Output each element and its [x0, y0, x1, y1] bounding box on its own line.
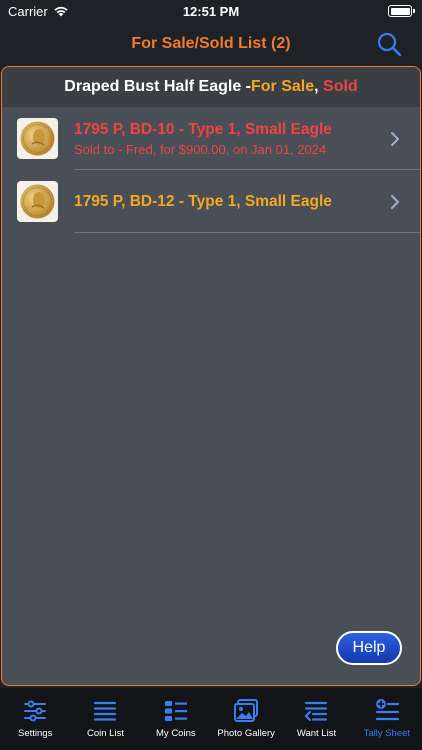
tab-tally-sheet[interactable]: Tally Sheet: [352, 688, 422, 750]
list-item[interactable]: 1795 P, BD-10 - Type 1, Small Eagle Sold…: [2, 107, 420, 170]
coin-subtitle: Sold to - Fred, for $900.00, on Jan 01, …: [74, 141, 327, 157]
nav-bar: For Sale/Sold List (2): [0, 22, 422, 66]
status-bar: Carrier 12:51 PM: [0, 0, 422, 22]
tab-label: Coin List: [87, 728, 124, 739]
tab-bar: Settings Coin List My Coins Photo Galler…: [0, 688, 422, 750]
list-panel: Draped Bust Half Eagle - For Sale , Sold…: [1, 66, 421, 686]
search-icon[interactable]: [376, 31, 402, 57]
list-item[interactable]: 1795 P, BD-12 - Type 1, Small Eagle: [2, 170, 420, 233]
photos-icon: [234, 699, 259, 722]
tab-coin-list[interactable]: Coin List: [70, 688, 140, 750]
tab-label: Tally Sheet: [363, 728, 411, 739]
tab-want-list[interactable]: Want List: [281, 688, 351, 750]
tab-label: Settings: [18, 728, 53, 739]
battery-fill: [390, 7, 410, 15]
coin-thumbnail: [17, 181, 58, 222]
help-button[interactable]: Help: [336, 631, 402, 665]
sliders-icon: [24, 700, 47, 722]
sold-legend: Sold: [323, 78, 358, 95]
coin-icon: [20, 121, 55, 156]
carrier-label: Carrier: [8, 3, 48, 19]
tab-label: Photo Gallery: [217, 728, 275, 739]
tab-label: Want List: [296, 728, 337, 739]
chevron-right-icon: [391, 131, 399, 146]
for-sale-legend: For Sale: [251, 78, 315, 95]
coin-thumbnail: [17, 118, 58, 159]
tab-my-coins[interactable]: My Coins: [141, 688, 211, 750]
status-left: Carrier: [8, 4, 69, 19]
tally-sheet-icon: [375, 699, 399, 721]
coin-title: 1795 P, BD-12 - Type 1, Small Eagle: [74, 192, 332, 210]
chevron-right-icon: [391, 194, 399, 209]
want-list-icon: [304, 701, 328, 722]
tab-settings[interactable]: Settings: [0, 688, 70, 750]
list-item-text: 1795 P, BD-12 - Type 1, Small Eagle: [74, 193, 390, 211]
tab-photo-gallery[interactable]: Photo Gallery: [211, 688, 281, 750]
page-title: For Sale/Sold List (2): [131, 35, 291, 52]
tab-label: My Coins: [156, 728, 196, 739]
battery-icon: [388, 5, 415, 17]
legend-separator: ,: [314, 78, 324, 95]
section-header: Draped Bust Half Eagle - For Sale , Sold: [2, 67, 420, 107]
section-title-prefix: Draped Bust Half Eagle -: [64, 78, 251, 95]
list-item-text: 1795 P, BD-10 - Type 1, Small Eagle Sold…: [74, 121, 390, 157]
coin-title: 1795 P, BD-10 - Type 1, Small Eagle: [74, 120, 332, 138]
coin-icon: [20, 184, 55, 219]
list-icon: [94, 701, 117, 721]
wifi-icon: [54, 6, 68, 17]
grid-list-icon: [164, 701, 187, 721]
